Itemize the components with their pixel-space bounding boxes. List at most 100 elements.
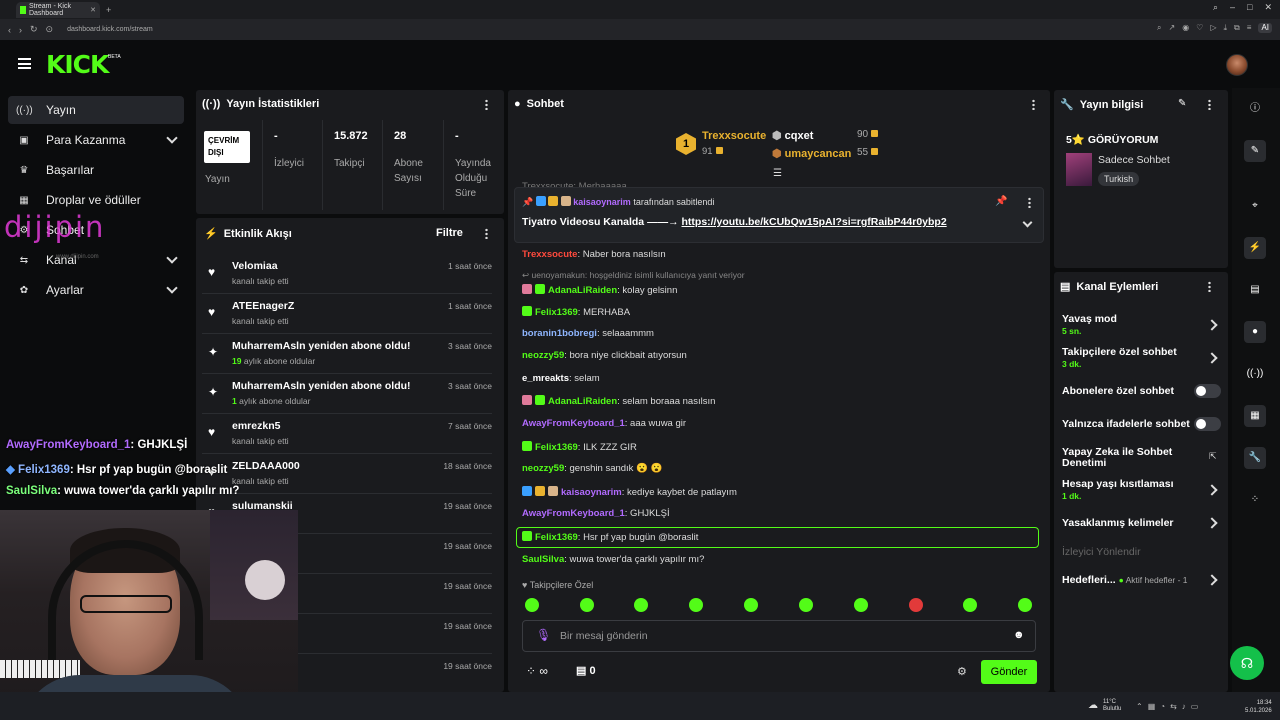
ai-moderation-setting[interactable]: Yapay Zeka ile Sohbet Denetimi: [1062, 447, 1182, 469]
chat-message[interactable]: AdanaLiRaiden: kolay gelsinn: [522, 284, 677, 296]
lightning-icon[interactable]: ⚡: [1244, 237, 1266, 259]
help-headset-icon[interactable]: ☊: [1230, 646, 1264, 680]
activity-row[interactable]: ✦ MuharremAsln yeniden abone oldu! 19 aylı…: [202, 334, 492, 374]
chat-username[interactable]: AdanaLiRaiden: [548, 285, 617, 296]
external-link-icon[interactable]: ⇱: [1209, 451, 1217, 462]
broadcast-icon[interactable]: ((·)): [1244, 363, 1266, 385]
info-icon[interactable]: ⓘ: [1244, 98, 1266, 120]
back-icon[interactable]: ‹: [8, 25, 11, 35]
chat-username[interactable]: AwayFromKeyboard_1: [522, 418, 625, 429]
chat-message[interactable]: kaisaoynarim: kediye kaybet de patlayım: [522, 486, 737, 498]
reload-icon[interactable]: ↻: [30, 24, 38, 35]
chat-message[interactable]: e_mreakts: selam: [522, 373, 600, 384]
category-name[interactable]: Sadece Sohbet: [1098, 154, 1170, 166]
chevron-down-icon[interactable]: [166, 252, 178, 264]
target-icon[interactable]: ⌖: [1244, 195, 1266, 217]
chat-icon[interactable]: ●: [1244, 321, 1266, 343]
play-icon[interactable]: ▷: [1210, 23, 1216, 33]
url-field[interactable]: dashboard.kick.com/stream: [67, 26, 153, 33]
weather-widget[interactable]: 11°C Bulutlu: [1103, 699, 1121, 713]
activity-row[interactable]: ♥ ZELDAAA000 kanalı takip etti 18 saat önce: [202, 454, 492, 494]
document-icon[interactable]: ▤: [1244, 279, 1266, 301]
chat-message[interactable]: Trexxsocute: Naber bora nasılsın: [522, 249, 666, 260]
emote-icon[interactable]: [634, 598, 648, 612]
kick-logo[interactable]: KICK: [46, 50, 109, 79]
chat-username[interactable]: boranin1bobregi: [522, 328, 597, 339]
zoom-icon[interactable]: ⌕: [1157, 23, 1161, 33]
forward-icon[interactable]: ›: [19, 25, 22, 35]
pinned-more-icon[interactable]: [1028, 197, 1031, 208]
emote-icon[interactable]: [909, 598, 923, 612]
emote-icon[interactable]: [525, 598, 539, 612]
camera-icon[interactable]: ◉: [1182, 23, 1189, 33]
leaderboard-collapse-icon[interactable]: ☰: [773, 168, 782, 179]
sidebar-item-basarilar[interactable]: ♛ Başarılar: [8, 156, 184, 184]
chat-message[interactable]: SaulSilva: wuwa tower'da çarklı yapılır …: [522, 554, 704, 565]
hamburger-menu-icon[interactable]: [18, 58, 31, 69]
chat-username[interactable]: Felix1369: [535, 307, 578, 318]
close-window-icon[interactable]: ✕: [1264, 2, 1272, 13]
emote-icon[interactable]: [580, 598, 594, 612]
emote-icon[interactable]: [1018, 598, 1032, 612]
account-age-setting[interactable]: Hesap yaşı kısıtlaması 1 dk.: [1062, 479, 1174, 502]
category-thumbnail[interactable]: [1066, 153, 1092, 186]
chat-message[interactable]: neozzy59: genshin sandık 😮 😮: [522, 463, 662, 474]
weather-icon[interactable]: ☁: [1088, 700, 1098, 711]
leaderboard-third[interactable]: ⬢ umaycancan: [772, 147, 851, 160]
chat-message[interactable]: AwayFromKeyboard_1: aaa wuwa gir: [522, 418, 686, 429]
activity-row[interactable]: ♥ ATEEnagerZ kanalı takip etti 1 saat önce: [202, 294, 492, 334]
tray-icons[interactable]: ⌃▦◔⇆♪▭: [1136, 702, 1203, 711]
subscribers-only-toggle[interactable]: [1194, 384, 1221, 398]
channel-actions-more-icon[interactable]: [1208, 281, 1211, 292]
pinned-link[interactable]: https://youtu.be/kCUbQw15pAI?si=rgfRaibP…: [682, 216, 947, 228]
chat-message[interactable]: AdanaLiRaiden: selam boraaa nasılsın: [522, 395, 715, 407]
emoji-icon[interactable]: ☻: [1013, 629, 1025, 641]
activity-row[interactable]: ✦ MuharremAsln yeniden abone oldu! 1 aylık…: [202, 374, 492, 414]
banned-words-setting[interactable]: Yasaklanmış kelimeler: [1062, 518, 1174, 529]
gift-counter[interactable]: ▤ 0: [576, 664, 596, 677]
send-button[interactable]: Gönder: [981, 660, 1037, 684]
leaderboard-second[interactable]: ⬢ cqxet: [772, 129, 813, 142]
activity-row[interactable]: ♥ emrezkn5 kanalı takip etti 7 saat önce: [202, 414, 492, 454]
extensions-icon[interactable]: ⧉: [1234, 23, 1240, 33]
share-icon[interactable]: ↗: [1168, 23, 1175, 33]
chat-message[interactable]: Felix1369: MERHABA: [522, 306, 630, 318]
emote-icon[interactable]: [744, 598, 758, 612]
emote-icon[interactable]: [799, 598, 813, 612]
channel-points[interactable]: ⁘ ∞: [526, 664, 548, 678]
chat-message[interactable]: neozzy59: bora niye clickbait atıyorsun: [522, 350, 687, 361]
edit-icon[interactable]: ✎: [1178, 98, 1186, 109]
chat-username[interactable]: neozzy59: [522, 350, 564, 361]
chat-username[interactable]: AwayFromKeyboard_1: [522, 508, 625, 519]
clock[interactable]: 18:34 5.01.2026: [1245, 699, 1272, 715]
slow-mode-setting[interactable]: Yavaş mod 5 sn.: [1062, 314, 1117, 337]
chat-username[interactable]: neozzy59: [522, 463, 564, 474]
activity-more-icon[interactable]: [485, 228, 488, 239]
sidebar-item-para-kazanma[interactable]: ▣ Para Kazanma: [8, 126, 184, 154]
chevron-down-icon[interactable]: [166, 132, 178, 144]
maximize-icon[interactable]: □: [1247, 2, 1252, 13]
sidebar-item-kanal[interactable]: ⇆ Kanal: [8, 246, 184, 274]
chat-settings-icon[interactable]: ⚙: [957, 665, 967, 678]
chat-message[interactable]: Felix1369: ILK ZZZ GIR: [522, 441, 637, 453]
emote-icon[interactable]: [854, 598, 868, 612]
activity-filter-button[interactable]: Filtre: [436, 227, 463, 239]
chat-message[interactable]: AwayFromKeyboard_1: GHJKLŞİ: [522, 508, 670, 519]
close-tab-icon[interactable]: ✕: [90, 6, 96, 14]
layout-icon[interactable]: ▦: [1244, 405, 1266, 427]
minimize-icon[interactable]: –: [1230, 2, 1235, 13]
menu-icon[interactable]: ≡: [1247, 23, 1252, 33]
emote-icon[interactable]: [689, 598, 703, 612]
ai-button[interactable]: AI: [1258, 23, 1272, 33]
goals-item[interactable]: Hedefleri... ● Aktif hedefler - 1: [1062, 574, 1188, 586]
chat-username[interactable]: SaulSilva: [522, 554, 564, 565]
chat-username[interactable]: kaisaoynarim: [561, 487, 622, 498]
site-info-icon[interactable]: ⊙: [46, 24, 54, 35]
pin-icon[interactable]: 📌: [995, 196, 1007, 207]
microphone-icon[interactable]: 🎙: [536, 628, 551, 642]
search-icon[interactable]: ⌕: [1213, 2, 1218, 13]
chat-username[interactable]: Felix1369: [535, 442, 578, 453]
browser-tab[interactable]: Stream - Kick Dashboard ✕: [16, 1, 100, 18]
stream-info-more-icon[interactable]: [1208, 99, 1211, 110]
stats-more-icon[interactable]: [485, 99, 488, 110]
